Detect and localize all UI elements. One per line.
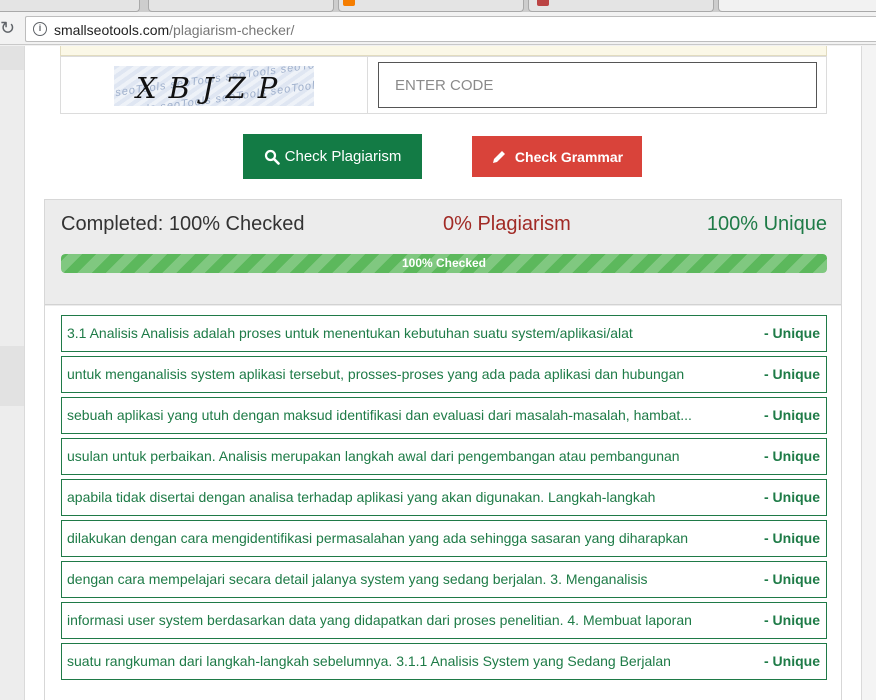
- result-row[interactable]: 3.1 Analisis Analisis adalah proses untu…: [61, 315, 827, 352]
- completed-status: Completed: 100% Checked: [61, 213, 305, 235]
- captcha-divider: [367, 57, 368, 113]
- result-row[interactable]: dilakukan dengan cara mengidentifikasi p…: [61, 520, 827, 557]
- results-summary: Completed: 100% Checked 0% Plagiarism 10…: [45, 200, 841, 305]
- check-grammar-button[interactable]: Check Grammar: [472, 136, 642, 177]
- result-status: - Unique: [764, 325, 820, 341]
- page-gutter: [0, 46, 24, 700]
- check-grammar-label: Check Grammar: [514, 148, 624, 165]
- search-icon: [264, 149, 280, 165]
- result-row[interactable]: untuk menganalisis system aplikasi terse…: [61, 356, 827, 393]
- result-status: - Unique: [764, 366, 820, 382]
- result-text: apabila tidak disertai dengan analisa te…: [67, 489, 656, 505]
- browser-tab-strip: [0, 0, 876, 12]
- result-row[interactable]: suatu rangkuman dari langkah-langkah seb…: [61, 643, 827, 680]
- result-text: dilakukan dengan cara mengidentifikasi p…: [67, 530, 689, 546]
- captcha-header: [60, 46, 827, 56]
- plagiarism-percent: 0% Plagiarism: [443, 213, 571, 235]
- result-status: - Unique: [764, 489, 820, 505]
- info-icon[interactable]: i: [33, 22, 47, 36]
- browser-tab[interactable]: [0, 0, 140, 12]
- browser-tab[interactable]: [148, 0, 334, 12]
- result-text: dengan cara mempelajari secara detail ja…: [67, 571, 648, 587]
- browser-tab[interactable]: [528, 0, 714, 12]
- address-bar[interactable]: i smallseotools.com/plagiarism-checker/: [25, 16, 876, 42]
- check-plagiarism-button[interactable]: Check Plagiarism: [243, 134, 422, 179]
- result-text: sebuah aplikasi yang utuh dengan maksud …: [67, 407, 692, 423]
- checker-panel: seoTools seoTools seoTools seoTools seoT…: [24, 46, 862, 700]
- result-text: 3.1 Analisis Analisis adalah proses untu…: [67, 325, 633, 341]
- result-row[interactable]: apabila tidak disertai dengan analisa te…: [61, 479, 827, 516]
- browser-tab[interactable]: [338, 0, 524, 12]
- result-text: usulan untuk perbaikan. Analisis merupak…: [67, 448, 680, 464]
- gutter-band: [0, 46, 24, 70]
- result-status: - Unique: [764, 571, 820, 587]
- result-text: suatu rangkuman dari langkah-langkah seb…: [67, 653, 671, 669]
- result-row[interactable]: informasi user system berdasarkan data y…: [61, 602, 827, 639]
- result-status: - Unique: [764, 448, 820, 464]
- browser-tab-active[interactable]: [718, 0, 876, 12]
- captcha-text: XBJZP: [136, 71, 290, 105]
- reload-icon[interactable]: ↻: [0, 18, 18, 38]
- result-status: - Unique: [764, 530, 820, 546]
- page: seoTools seoTools seoTools seoTools seoT…: [0, 46, 876, 700]
- site-favicon-icon: [537, 0, 549, 6]
- blogger-favicon-icon: [343, 0, 355, 6]
- pencil-icon: [492, 150, 505, 163]
- browser-toolbar: ↻ i smallseotools.com/plagiarism-checker…: [0, 12, 876, 45]
- result-status: - Unique: [764, 653, 820, 669]
- captcha-code-input[interactable]: [378, 62, 817, 108]
- unique-percent: 100% Unique: [706, 213, 827, 235]
- progress-bar: 100% Checked: [61, 254, 827, 273]
- result-text: untuk menganalisis system aplikasi terse…: [67, 366, 685, 382]
- result-text: informasi user system berdasarkan data y…: [67, 612, 692, 628]
- result-status: - Unique: [764, 612, 820, 628]
- result-row[interactable]: usulan untuk perbaikan. Analisis merupak…: [61, 438, 827, 475]
- progress-label: 100% Checked: [401, 256, 487, 270]
- gutter-band: [0, 346, 24, 406]
- results-panel: Completed: 100% Checked 0% Plagiarism 10…: [44, 199, 842, 700]
- result-row[interactable]: dengan cara mempelajari secara detail ja…: [61, 561, 827, 598]
- captcha-row: seoTools seoTools seoTools seoTools seoT…: [60, 56, 827, 114]
- url-text: smallseotools.com/plagiarism-checker/: [54, 22, 295, 38]
- check-plagiarism-label: Check Plagiarism: [284, 148, 402, 165]
- result-row[interactable]: sebuah aplikasi yang utuh dengan maksud …: [61, 397, 827, 434]
- captcha-image: seoTools seoTools seoTools seoTools seoT…: [114, 66, 314, 106]
- result-status: - Unique: [764, 407, 820, 423]
- results-list: 3.1 Analisis Analisis adalah proses untu…: [61, 315, 827, 684]
